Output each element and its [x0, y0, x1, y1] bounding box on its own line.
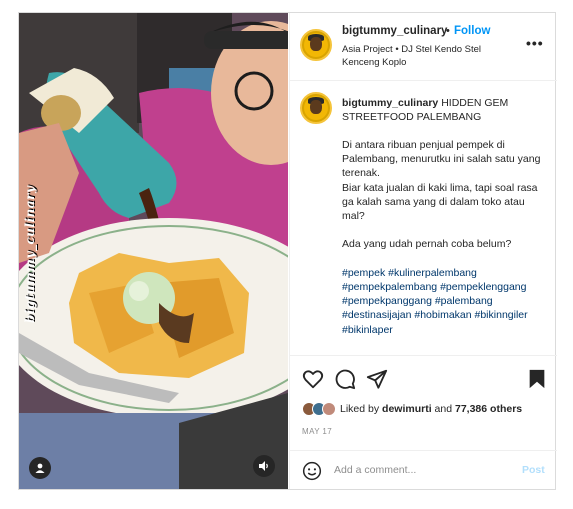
liked-by-prefix: Liked by: [340, 403, 380, 415]
post-side-panel: bigtummy_culinary • Follow Asia Project …: [289, 13, 557, 489]
avatar[interactable]: [300, 29, 332, 61]
header-username[interactable]: bigtummy_culinary: [342, 25, 447, 37]
caption-username[interactable]: bigtummy_culinary: [342, 97, 438, 109]
comment-box: Add a comment... Post: [290, 450, 557, 489]
action-bar: Liked by dewimurti and 77,386 others MAY…: [290, 355, 557, 450]
emoji-icon[interactable]: [302, 461, 322, 481]
food-video-frame: [19, 13, 288, 489]
caption-scroll-area[interactable]: bigtummy_culinary HIDDEN GEM STREETFOOD …: [290, 82, 557, 354]
post-media[interactable]: bigtummy_culinary: [19, 13, 288, 489]
user-icon: [35, 463, 45, 473]
speaker-icon: [259, 461, 268, 471]
comment-icon[interactable]: [334, 368, 356, 390]
more-options-button[interactable]: •••: [526, 35, 544, 51]
caption-line: Ada yang udah pernah coba belum?: [342, 238, 512, 251]
likes-text: Liked by dewimurti and 77,386 others: [340, 403, 522, 415]
liked-by-user[interactable]: dewimurti: [382, 403, 432, 415]
audio-toggle-button[interactable]: [253, 455, 275, 477]
post-date[interactable]: MAY 17: [302, 427, 332, 436]
likes-count[interactable]: 77,386 others: [455, 403, 522, 415]
audio-track-link[interactable]: Asia Project • DJ Stel Kendo Stel Kencen…: [342, 43, 502, 69]
header-separator: •: [446, 25, 450, 37]
share-icon[interactable]: [366, 368, 388, 390]
bookmark-icon[interactable]: [526, 368, 548, 390]
follow-button[interactable]: Follow: [454, 25, 490, 37]
caption-line: Biar kata jualan di kaki lima, tapi soal…: [342, 181, 538, 223]
heart-icon[interactable]: [302, 368, 324, 390]
comment-input[interactable]: Add a comment...: [334, 464, 416, 476]
post-header: bigtummy_culinary • Follow Asia Project …: [290, 13, 557, 81]
caption-heading: bigtummy_culinary HIDDEN GEM STREETFOOD …: [342, 96, 547, 124]
liker-avatar: [322, 402, 336, 416]
liked-by-and: and: [434, 403, 453, 415]
likes-summary[interactable]: Liked by dewimurti and 77,386 others: [302, 400, 522, 418]
caption-hashtags[interactable]: #pempek #kulinerpalembang #pempekpalemba…: [342, 266, 542, 337]
instagram-post-embed: bigtummy_culinary bigtummy_culinary • Fo…: [18, 12, 557, 490]
watermark-text: bigtummy_culinary: [23, 185, 37, 323]
caption-line: Di antara ribuan penjual pempek di Palem…: [342, 139, 541, 180]
post-comment-button[interactable]: Post: [522, 464, 545, 476]
caption-avatar[interactable]: [300, 92, 332, 124]
tagged-user-button[interactable]: [29, 457, 51, 479]
caption-body: Di antara ribuan penjual pempek di Palem…: [342, 138, 542, 337]
